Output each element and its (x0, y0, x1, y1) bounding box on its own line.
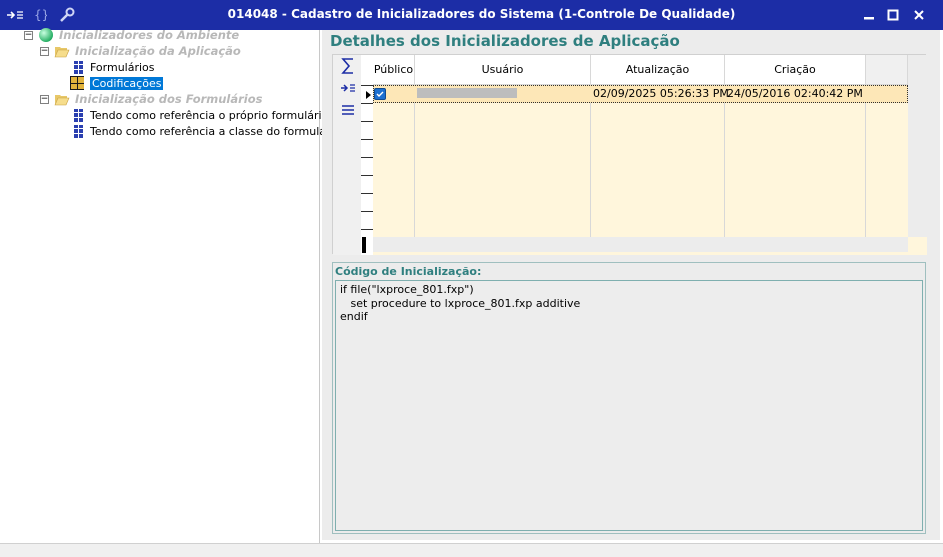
code-line: set procedure to lxproce_801.fxp additiv… (340, 296, 581, 310)
tree-item-codificacoes[interactable]: Codificações (70, 75, 164, 91)
tree-view: − Inicializadores do Ambiente − Iniciali… (0, 27, 340, 543)
tree-node-root[interactable]: − Inicializadores do Ambiente (24, 27, 239, 43)
grid-icon (74, 108, 84, 122)
current-row-pointer-icon (366, 91, 371, 99)
window-title: 014048 - Cadastro de Inicializadores do … (227, 7, 736, 21)
menu-icon[interactable] (339, 101, 357, 119)
grid-icon (74, 60, 84, 74)
grid-toolbar (333, 55, 361, 255)
column-header-atualizacao[interactable]: Atualização (591, 55, 725, 85)
tree-item-label-selected: Codificações (90, 76, 164, 90)
collapse-toggle[interactable]: − (40, 94, 49, 104)
close-icon[interactable] (908, 0, 930, 30)
tree-label-root: Inicializadores do Ambiente (59, 28, 240, 42)
tree-item-form-class[interactable]: Tendo como referência a classe do formul… (74, 123, 340, 139)
grid-container: Público Usuário Atualização Criação 02/0… (332, 54, 927, 255)
code-group: Código de Inicialização: if file("lxproc… (332, 262, 926, 534)
code-label: Código de Inicialização: (335, 265, 482, 278)
column-header-usuario[interactable]: Usuário (415, 55, 591, 85)
tree-node-app-init[interactable]: − Inicialização da Aplicação (40, 43, 241, 59)
title-bar: {} 014048 - Cadastro de Inicializadores … (0, 0, 943, 30)
publico-checkbox[interactable] (374, 88, 386, 100)
tree-item-formularios[interactable]: Formulários (74, 59, 155, 75)
data-grid: Público Usuário Atualização Criação 02/0… (361, 55, 927, 255)
minimize-icon[interactable] (858, 0, 880, 30)
tree-item-label: Formulários (90, 60, 155, 74)
folder-open-icon (54, 47, 70, 58)
folder-open-icon (54, 95, 70, 106)
row-selector-column (361, 55, 373, 255)
maximize-icon[interactable] (882, 0, 904, 30)
column-header-filler (866, 55, 908, 85)
usuario-cell-redacted (417, 88, 517, 98)
collapse-toggle[interactable]: − (40, 46, 49, 56)
tree-item-label: Tendo como referência a classe do formul… (90, 124, 341, 138)
grid-icon (70, 76, 84, 90)
details-panel: Detalhes dos Inicializadores de Aplicaçã… (322, 30, 940, 540)
panel-title: Detalhes dos Inicializadores de Aplicaçã… (330, 32, 680, 50)
bottom-strip (0, 543, 943, 557)
column-header-criacao[interactable]: Criação (725, 55, 866, 85)
tree-label-app-init: Inicialização da Aplicação (75, 44, 241, 58)
indent-icon[interactable] (339, 79, 357, 97)
horizontal-scrollbar[interactable] (373, 237, 908, 252)
sum-icon[interactable] (339, 57, 357, 75)
collapse-toggle[interactable]: − (24, 30, 33, 40)
app-window: {} 014048 - Cadastro de Inicializadores … (0, 0, 943, 557)
tree-label-forms-init: Inicialização dos Formulários (75, 92, 263, 106)
tree-node-forms-init[interactable]: − Inicialização dos Formulários (40, 91, 263, 107)
code-line: endif (340, 310, 368, 323)
column-header-publico[interactable]: Público (373, 55, 415, 85)
tree-item-label: Tendo como referência o próprio formulár… (90, 108, 329, 122)
code-editor[interactable]: if file("lxproce_801.fxp") set procedure… (335, 280, 923, 531)
vertical-scrollbar[interactable] (908, 55, 927, 237)
code-line: if file("lxproce_801.fxp") (340, 283, 474, 296)
grid-icon (74, 124, 84, 138)
globe-icon (39, 28, 53, 42)
tree-item-own-form[interactable]: Tendo como referência o próprio formulár… (74, 107, 328, 123)
atualizacao-cell: 02/09/2025 05:26:33 PM (593, 87, 729, 100)
criacao-cell: 24/05/2016 02:40:42 PM (727, 87, 863, 100)
